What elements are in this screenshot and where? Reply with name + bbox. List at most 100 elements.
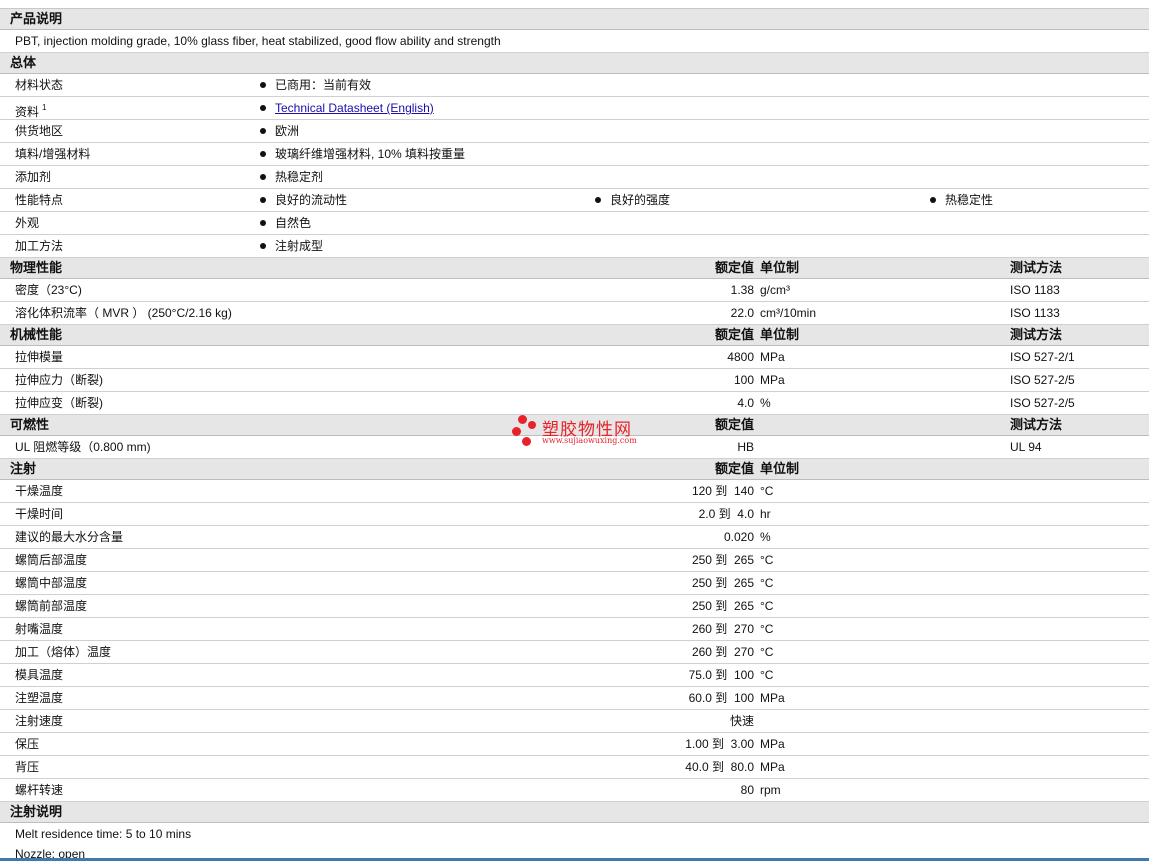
unit: g/cm³: [760, 283, 790, 297]
section-header: 总体: [0, 53, 1149, 74]
table-row: PBT, injection molding grade, 10% glass …: [0, 30, 1149, 53]
table-row: 加工（熔体）温度 260 到 270 °C: [0, 641, 1149, 664]
row-label: 加工（熔体）温度: [15, 641, 111, 663]
row-label-text: 螺杆转速: [15, 783, 64, 797]
table-row: 模具温度 75.0 到 100 °C: [0, 664, 1149, 687]
table-row: 螺筒中部温度 250 到 265 °C: [0, 572, 1149, 595]
section-title: 注射: [10, 461, 37, 476]
table-row: 溶化体积流率（ MVR ） (250°C/2.16 kg) 22.0 cm³/10m…: [0, 302, 1149, 325]
bullet-item: 注射成型: [260, 235, 323, 257]
table-row: 干燥时间 2.0 到 4.0 hr: [0, 503, 1149, 526]
row-label: Melt residence time: 5 to 10 mins: [15, 823, 191, 845]
section-title: 注射说明: [10, 804, 63, 819]
row-label: 干燥时间: [15, 503, 63, 525]
row-label-text: 加工（熔体）温度: [15, 645, 112, 659]
table-row: 添加剂 热稳定剂: [0, 166, 1149, 189]
header-rated-value: 额定值: [714, 461, 754, 476]
footnote-marker: 1: [42, 103, 47, 112]
unit: °C: [760, 553, 774, 567]
row-label: 密度（23°C): [15, 279, 82, 301]
bullet-text: 热稳定剂: [275, 170, 324, 184]
unit: °C: [760, 576, 774, 590]
row-label: 材料状态: [15, 74, 63, 96]
table-row: 性能特点 良好的流动性 良好的强度 热稳定性: [0, 189, 1149, 212]
unit: MPa: [760, 737, 785, 751]
rated-value: 260 到 270: [691, 622, 754, 636]
rated-value: 0.020: [723, 530, 754, 544]
row-label: 干燥温度: [15, 480, 63, 502]
rated-value: HB: [737, 440, 754, 454]
rated-value: 80: [740, 783, 754, 797]
table-row: 射嘴温度 260 到 270 °C: [0, 618, 1149, 641]
bullet-item: 玻璃纤维增强材料, 10% 填料按重量: [260, 143, 465, 165]
section-header: 注射说明: [0, 802, 1149, 823]
row-label-text: 射嘴温度: [15, 622, 64, 636]
table-row: 加工方法 注射成型: [0, 235, 1149, 258]
row-label-text: 螺筒中部温度: [15, 576, 88, 590]
table-row: 拉伸应变（断裂) 4.0% ISO 527-2/5: [0, 392, 1149, 415]
unit: %: [760, 530, 771, 544]
row-label-text: 供货地区: [15, 124, 64, 138]
bullet-text: 注射成型: [275, 239, 324, 253]
bullet-item: 良好的流动性: [260, 189, 347, 211]
unit: rpm: [760, 783, 781, 797]
row-label-text: 螺筒前部温度: [15, 599, 88, 613]
table-row: Melt residence time: 5 to 10 mins: [0, 823, 1149, 843]
section-header: 可燃性 额定值 测试方法: [0, 415, 1149, 436]
row-label: 背压: [15, 756, 39, 778]
table-row: 供货地区 欧洲: [0, 120, 1149, 143]
row-label-text: 添加剂: [15, 170, 52, 184]
bullet-item: 欧洲: [260, 120, 299, 142]
unit: %: [760, 396, 771, 410]
section-title: 物理性能: [10, 260, 63, 275]
row-label-text: 性能特点: [15, 193, 64, 207]
unit: °C: [760, 645, 774, 659]
row-label: 注射速度: [15, 710, 63, 732]
row-label: UL 阻燃等级（0.800 mm): [15, 436, 151, 458]
row-label: 拉伸模量: [15, 346, 63, 368]
unit: °C: [760, 622, 774, 636]
unit: MPa: [760, 760, 785, 774]
row-label-text: 填料/增强材料: [15, 147, 91, 161]
row-label-text: 外观: [15, 216, 40, 230]
datasheet-link[interactable]: Technical Datasheet (English): [275, 101, 434, 115]
row-label: 外观: [15, 212, 39, 234]
rated-value: 快速: [729, 714, 754, 728]
section-title: 可燃性: [10, 417, 50, 432]
header-unit: 单位制: [760, 260, 800, 275]
row-label: 保压: [15, 733, 39, 755]
bullet-text: 良好的强度: [610, 193, 671, 207]
row-label: 建议的最大水分含量: [15, 526, 123, 548]
row-label-text: Melt residence time: 5 to 10 mins: [15, 827, 192, 841]
unit: MPa: [760, 691, 785, 705]
bullet-item: 自然色: [260, 212, 311, 234]
rated-value: 75.0 到 100: [688, 668, 754, 682]
table-row: 螺杆转速 80 rpm: [0, 779, 1149, 802]
row-label: 模具温度: [15, 664, 63, 686]
unit: °C: [760, 668, 774, 682]
test-method: ISO 527-2/1: [1010, 350, 1075, 364]
table-row: 螺筒前部温度 250 到 265 °C: [0, 595, 1149, 618]
bullet-item: 良好的强度: [595, 189, 670, 211]
rated-value: 250 到 265: [691, 553, 754, 567]
row-label: 射嘴温度: [15, 618, 63, 640]
row-label: 添加剂: [15, 166, 51, 188]
rated-value: 120 到 140: [691, 484, 754, 498]
header-rated-value: 额定值: [714, 260, 754, 275]
rated-value: 250 到 265: [691, 576, 754, 590]
row-label: 溶化体积流率（ MVR ） (250°C/2.16 kg): [15, 302, 232, 324]
row-label-text: 拉伸应变（断裂): [15, 396, 103, 410]
datasheet-table: 产品说明 PBT, injection molding grade, 10% gl…: [0, 8, 1149, 863]
rated-value: 4800: [727, 350, 754, 364]
table-row: 注塑温度 60.0 到 100 MPa: [0, 687, 1149, 710]
section-header: 注射 额定值 单位制: [0, 459, 1149, 480]
table-row: 建议的最大水分含量 0.020%: [0, 526, 1149, 549]
row-label-text: 材料状态: [15, 78, 64, 92]
row-label: 螺筒后部温度: [15, 549, 87, 571]
table-row: 外观 自然色: [0, 212, 1149, 235]
row-label-text: 背压: [15, 760, 40, 774]
rated-value: 4.0: [737, 396, 754, 410]
unit: MPa: [760, 373, 785, 387]
bullet-text: 良好的流动性: [275, 193, 348, 207]
row-label: PBT, injection molding grade, 10% glass …: [15, 30, 501, 52]
